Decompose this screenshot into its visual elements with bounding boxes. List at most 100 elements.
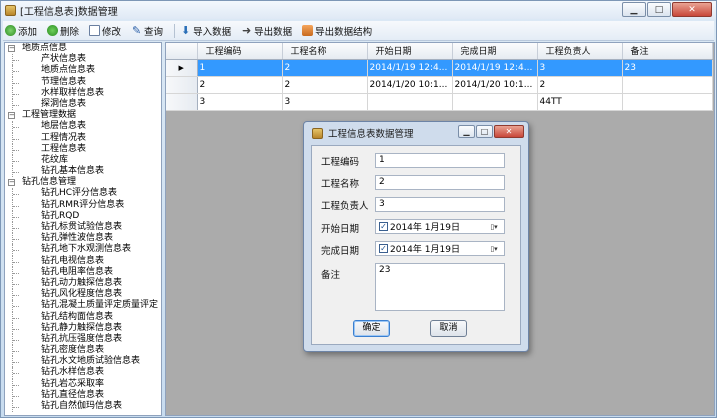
name-input[interactable]: 2 bbox=[375, 175, 505, 190]
cancel-button[interactable]: 取消 bbox=[430, 320, 467, 337]
start-date-dropdown-icon[interactable]: ▯▾ bbox=[485, 221, 503, 232]
table-cell[interactable]: 2014/1/20 10:1... bbox=[452, 76, 538, 94]
tree-branch bbox=[13, 261, 19, 263]
tree-group[interactable]: − 地质点信息 bbox=[5, 43, 161, 54]
tree-item[interactable]: 钻孔基本信息表 bbox=[5, 166, 161, 178]
tree-item[interactable]: 工程信息表 bbox=[5, 143, 161, 155]
maximize-button[interactable]: □ bbox=[647, 2, 671, 17]
table-cell[interactable] bbox=[452, 93, 538, 111]
import-button[interactable]: ⬇ 导入数据 bbox=[180, 24, 231, 38]
tree-item[interactable]: 钻孔静力触探信息表 bbox=[5, 322, 161, 334]
tree-group[interactable]: − 工程管理数据 bbox=[5, 110, 161, 121]
table-cell[interactable]: 2014/1/19 12:4... bbox=[452, 59, 538, 77]
tree-branch bbox=[13, 194, 19, 196]
table-cell[interactable] bbox=[622, 93, 713, 111]
tree-item[interactable]: 节理信息表 bbox=[5, 76, 161, 88]
tree-item[interactable]: 产状信息表 bbox=[5, 54, 161, 66]
table-cell[interactable]: 3 bbox=[537, 59, 623, 77]
tree-item[interactable]: 钻孔抗压强度信息表 bbox=[5, 333, 161, 346]
end-date-checkbox[interactable]: ✓ bbox=[379, 244, 388, 253]
table-cell[interactable]: 2014/1/20 10:1... bbox=[367, 76, 453, 94]
table-cell[interactable] bbox=[367, 93, 453, 111]
table-cell[interactable]: 2 bbox=[282, 76, 368, 94]
table-cell[interactable]: 2014/1/19 12:4... bbox=[367, 59, 453, 77]
end-date-dropdown-icon[interactable]: ▯▾ bbox=[485, 243, 503, 254]
navigation-tree[interactable]: − 地质点信息 产状信息表 地质点信息表 节理信息表 水样取样信息表 探洞信息表 − 工程管理数… bbox=[4, 42, 162, 416]
tree-item-label: 钻孔基本信息表 bbox=[41, 166, 105, 177]
close-button[interactable]: ✕ bbox=[672, 2, 712, 17]
collapse-icon[interactable]: − bbox=[8, 45, 15, 52]
collapse-icon[interactable]: − bbox=[8, 112, 15, 120]
tree-item[interactable]: 钻孔直径信息表 bbox=[5, 389, 161, 401]
tree-item[interactable]: 钻孔水文地质试验信息表 bbox=[5, 356, 161, 368]
tree-item[interactable]: 钻孔电阻率信息表 bbox=[5, 266, 161, 278]
table-cell[interactable] bbox=[622, 76, 713, 94]
row-header[interactable]: ▶ bbox=[166, 59, 198, 77]
tree-item[interactable]: 钻孔风化程度信息表 bbox=[5, 289, 161, 301]
tree-item[interactable]: 钻孔HC评分信息表 bbox=[5, 188, 161, 200]
ok-button[interactable]: 确定 bbox=[353, 320, 390, 337]
tree-item[interactable]: 钻孔RQD bbox=[5, 210, 161, 222]
dialog-title-bar[interactable]: 工程信息表数据管理 ▁ □ ✕ bbox=[304, 122, 528, 144]
start-date-checkbox[interactable]: ✓ bbox=[379, 222, 388, 231]
export-button[interactable]: ➜ 导出数据 bbox=[241, 24, 292, 38]
row-header[interactable] bbox=[166, 76, 198, 94]
table-row[interactable]: ▶ 1 2 2014/1/19 12:4... 2014/1/19 12:4... 3 23 bbox=[166, 59, 713, 77]
collapse-icon[interactable]: − bbox=[8, 179, 15, 187]
tree-item[interactable]: 钻孔标贯试验信息表 bbox=[5, 222, 161, 234]
end-date-label: 完成日期 bbox=[321, 246, 360, 257]
table-cell[interactable]: 23 bbox=[622, 59, 713, 77]
table-cell[interactable]: 3 bbox=[197, 93, 283, 111]
tree-item[interactable]: 钻孔混凝土质量评定质量评定 bbox=[5, 300, 161, 312]
start-date-picker[interactable]: ✓ 2014年 1月19日 ▯▾ bbox=[375, 219, 505, 234]
dialog-maximize-button[interactable]: □ bbox=[476, 125, 493, 138]
tree-item[interactable]: 花纹库 bbox=[5, 154, 161, 167]
code-input[interactable]: 1 bbox=[375, 153, 505, 168]
tree-item[interactable]: 钻孔水样信息表 bbox=[5, 367, 161, 379]
edit-button[interactable]: 修改 bbox=[89, 24, 121, 38]
column-header[interactable]: 完成日期 bbox=[452, 43, 538, 60]
tree-item[interactable]: 水样取样信息表 bbox=[5, 87, 161, 99]
table-row[interactable]: 3 3 44TT bbox=[166, 93, 713, 111]
tree-item[interactable]: 钻孔自然伽玛信息表 bbox=[5, 401, 161, 413]
table-cell[interactable]: 3 bbox=[282, 93, 368, 111]
column-header[interactable]: 工程名称 bbox=[282, 43, 368, 60]
delete-button[interactable]: 删除 bbox=[47, 24, 79, 38]
tree-branch bbox=[13, 339, 19, 341]
dialog-minimize-button[interactable]: ▁ bbox=[458, 125, 475, 138]
column-header[interactable]: 工程编码 bbox=[197, 43, 283, 60]
tree-item[interactable]: 钻孔岩芯采取率 bbox=[5, 378, 161, 390]
tree-item[interactable]: 钻孔RMR评分信息表 bbox=[5, 199, 161, 211]
title-bar[interactable]: [工程信息表]数据管理 ▁ □ ✕ bbox=[1, 1, 716, 19]
edit-dialog: 工程信息表数据管理 ▁ □ ✕ 工程编码 1 工程名称 2 工程负责人 3 开始… bbox=[303, 121, 529, 352]
table-cell[interactable]: 44TT bbox=[537, 93, 623, 111]
table-cell[interactable]: 1 bbox=[197, 59, 283, 77]
tree-item[interactable]: 钻孔电视信息表 bbox=[5, 255, 161, 267]
tree-item[interactable]: 钻孔密度信息表 bbox=[5, 345, 161, 357]
column-header[interactable]: 开始日期 bbox=[367, 43, 453, 60]
table-cell[interactable]: 2 bbox=[282, 59, 368, 77]
column-header[interactable]: 工程负责人 bbox=[537, 43, 623, 60]
tree-item[interactable]: 钻孔弹性波信息表 bbox=[5, 233, 161, 245]
tree-item[interactable]: 地质点信息表 bbox=[5, 65, 161, 77]
tree-item[interactable]: 钻孔地下水观测信息表 bbox=[5, 244, 161, 256]
dialog-close-button[interactable]: ✕ bbox=[494, 125, 524, 138]
table-cell[interactable]: 2 bbox=[537, 76, 623, 94]
tree-group[interactable]: − 钻孔信息管理 bbox=[5, 177, 161, 188]
add-button[interactable]: 添加 bbox=[5, 24, 37, 38]
table-cell[interactable]: 2 bbox=[197, 76, 283, 94]
table-row[interactable]: 2 2 2014/1/20 10:1... 2014/1/20 10:1... 2 bbox=[166, 76, 713, 94]
end-date-picker[interactable]: ✓ 2014年 1月19日 ▯▾ bbox=[375, 241, 505, 256]
owner-input[interactable]: 3 bbox=[375, 197, 505, 212]
query-button[interactable]: ✎ 查询 bbox=[131, 24, 163, 38]
row-header[interactable] bbox=[166, 93, 198, 111]
tree-item[interactable]: 工程情况表 bbox=[5, 132, 161, 144]
tree-item[interactable]: 钻孔动力触探信息表 bbox=[5, 277, 161, 290]
tree-item[interactable]: 钻孔结构面信息表 bbox=[5, 311, 161, 323]
column-header[interactable]: 备注 bbox=[622, 43, 713, 60]
minimize-button[interactable]: ▁ bbox=[622, 2, 646, 17]
note-textarea[interactable]: 23 bbox=[375, 263, 505, 311]
tree-item[interactable]: 地层信息表 bbox=[5, 121, 161, 133]
tree-item[interactable]: 探洞信息表 bbox=[5, 98, 161, 111]
export-structure-button[interactable]: 导出数据结构 bbox=[302, 24, 372, 38]
